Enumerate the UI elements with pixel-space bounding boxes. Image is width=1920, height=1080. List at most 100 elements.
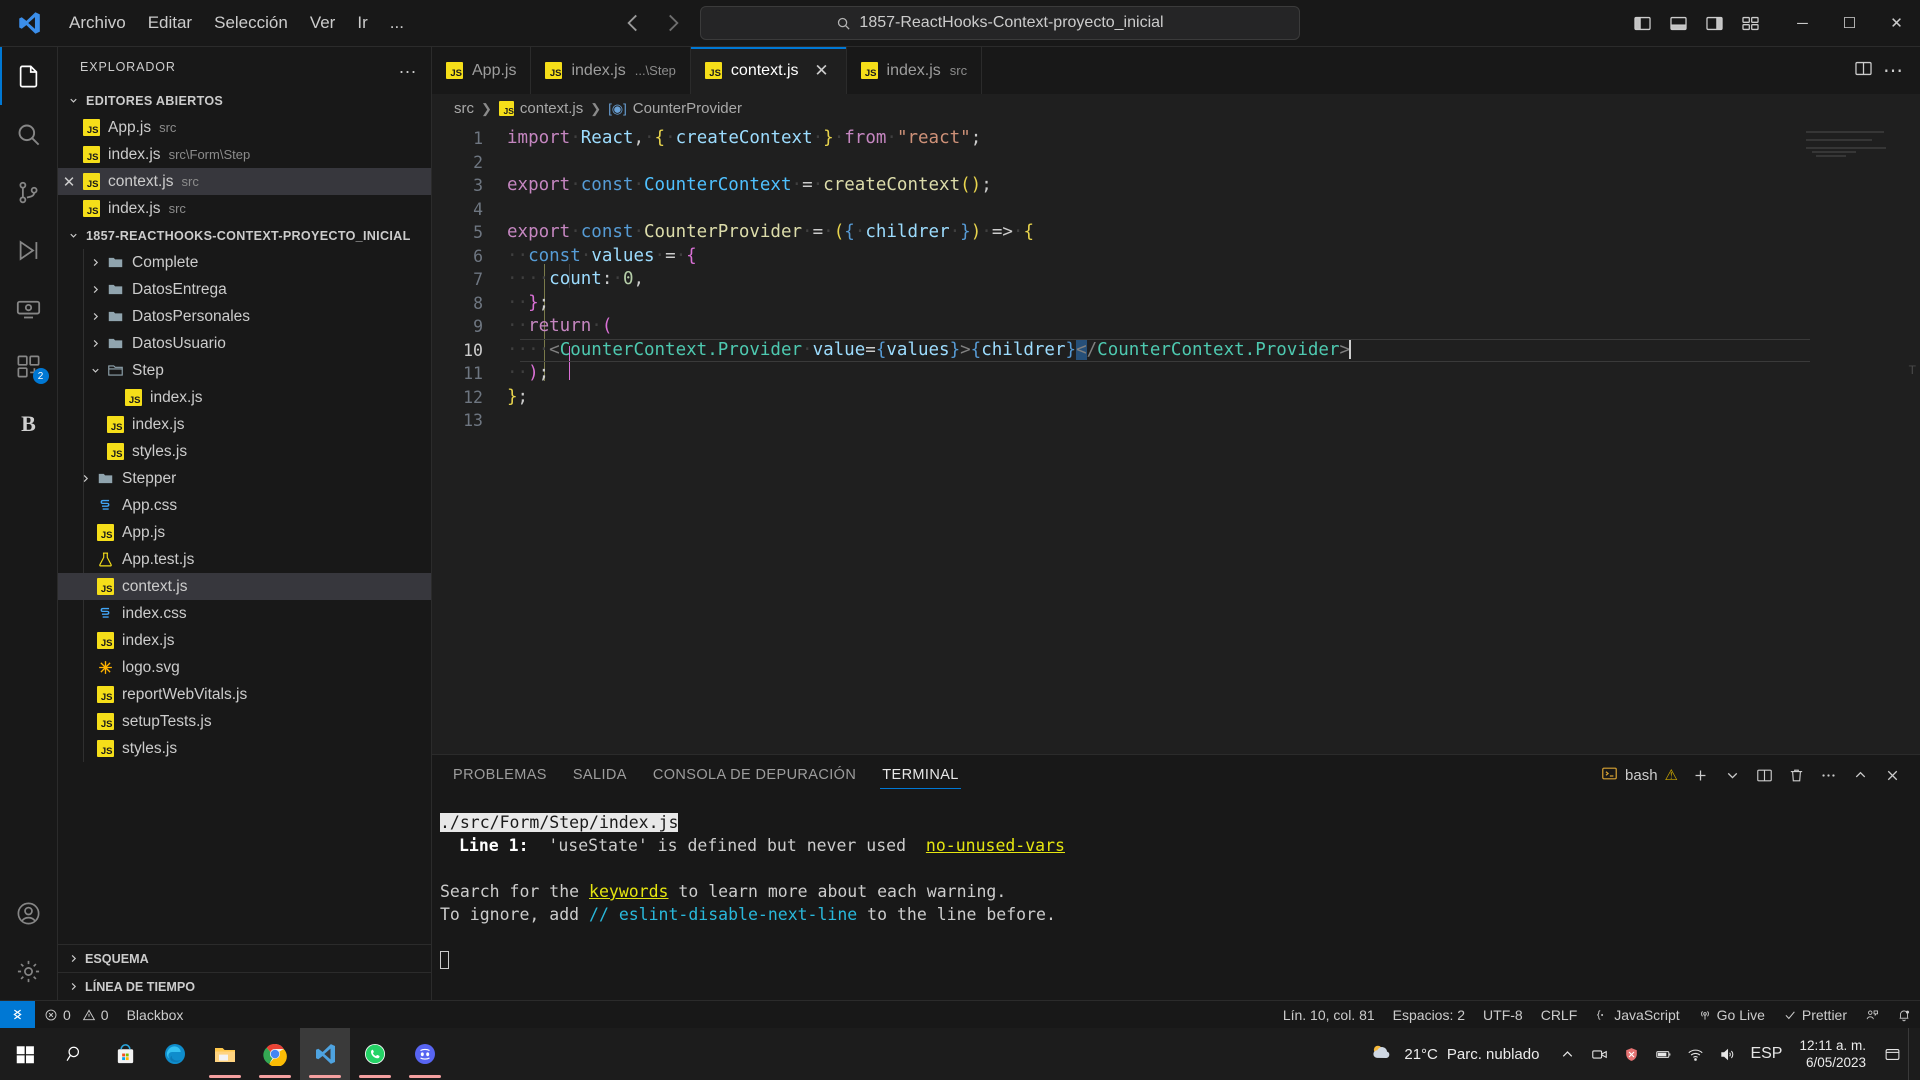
toggle-primary-sidebar-icon[interactable]	[1627, 8, 1657, 38]
status-notifications[interactable]	[1888, 1001, 1920, 1029]
tray-battery-icon[interactable]	[1647, 1028, 1679, 1080]
more-actions-icon[interactable]	[1815, 761, 1842, 789]
activity-item-blackbox[interactable]: B	[0, 395, 58, 453]
sidebar-more-actions-icon[interactable]: ...	[399, 57, 417, 78]
close-icon[interactable]: ✕	[812, 61, 832, 81]
open-editor-context-js[interactable]: ✕ JS context.js src	[58, 168, 431, 195]
activity-item-settings[interactable]	[0, 942, 58, 1000]
tree-item-datospersonales[interactable]: DatosPersonales	[58, 303, 431, 330]
tree-item-index-js-root[interactable]: JS index.js	[58, 627, 431, 654]
tree-item-app-js[interactable]: JS App.js	[58, 519, 431, 546]
tray-notifications-icon[interactable]	[1876, 1028, 1908, 1080]
new-terminal-icon[interactable]	[1687, 761, 1714, 789]
tab-context-js[interactable]: JS context.js ✕	[690, 47, 847, 94]
customize-layout-icon[interactable]	[1735, 8, 1765, 38]
terminal-shell-selector[interactable]: bash ⚠	[1601, 765, 1682, 786]
chevron-down-icon[interactable]	[1719, 761, 1746, 789]
tree-item-app-css[interactable]: App.css	[58, 492, 431, 519]
tree-item-styles-js-root[interactable]: JS styles.js	[58, 735, 431, 762]
status-blackbox[interactable]: Blackbox	[118, 1001, 193, 1029]
status-indentation[interactable]: Espacios: 2	[1384, 1001, 1474, 1029]
tree-item-datosentrega[interactable]: DatosEntrega	[58, 276, 431, 303]
tree-item-index-js[interactable]: JS index.js	[58, 411, 431, 438]
close-icon[interactable]: ✕	[58, 173, 80, 191]
terminal-keywords-link[interactable]: keywords	[589, 882, 668, 901]
section-outline[interactable]: ESQUEMA	[58, 944, 431, 972]
tab-index-js-src[interactable]: JS index.js src	[846, 47, 983, 94]
arrow-right-icon[interactable]	[660, 10, 686, 36]
taskbar-whatsapp-button[interactable]	[350, 1028, 400, 1080]
tree-item-datosusuario[interactable]: DatosUsuario	[58, 330, 431, 357]
more-actions-icon[interactable]: ⋯	[1883, 58, 1904, 83]
taskbar-vscode-button[interactable]	[300, 1028, 350, 1080]
window-minimize-button[interactable]: ─	[1779, 0, 1826, 47]
terminal-rule-link[interactable]: no-unused-vars	[926, 836, 1065, 855]
tree-item-reportwebvitals-js[interactable]: JS reportWebVitals.js	[58, 681, 431, 708]
status-feedback[interactable]	[1856, 1001, 1888, 1029]
section-timeline[interactable]: LÍNEA DE TIEMPO	[58, 972, 431, 1000]
activity-item-remote-explorer[interactable]	[0, 279, 58, 337]
status-encoding[interactable]: UTF-8	[1474, 1001, 1532, 1029]
tree-item-stepper[interactable]: Stepper	[58, 465, 431, 492]
tree-item-logo-svg[interactable]: logo.svg	[58, 654, 431, 681]
taskbar-start-button[interactable]	[0, 1028, 50, 1080]
taskbar-clock[interactable]: 12:11 a. m. 6/05/2023	[1789, 1028, 1876, 1080]
activity-item-extensions[interactable]: 2	[0, 337, 58, 395]
activity-item-run-and-debug[interactable]	[0, 221, 58, 279]
breadcrumb-src[interactable]: src	[454, 100, 474, 117]
taskbar-microsoft-edge-button[interactable]	[150, 1028, 200, 1080]
activity-item-accounts[interactable]	[0, 884, 58, 942]
close-panel-icon[interactable]	[1879, 761, 1906, 789]
tree-item-index-css[interactable]: index.css	[58, 600, 431, 627]
command-center-search[interactable]: 1857-ReactHooks-Context-proyecto_inicial	[700, 6, 1300, 40]
tree-item-step[interactable]: Step	[58, 357, 431, 384]
chevron-right-icon[interactable]	[86, 311, 104, 322]
terminal-output[interactable]: ./src/Form/Step/index.js Line 1: 'useSta…	[432, 795, 1920, 1000]
section-project-root[interactable]: 1857-REACTHOOKS-CONTEXT-PROYECTO_INICIAL	[58, 222, 431, 249]
tree-item-context-js[interactable]: JS context.js	[58, 573, 431, 600]
split-terminal-icon[interactable]	[1751, 761, 1778, 789]
menu-more[interactable]: ...	[379, 8, 415, 38]
panel-tab-consola-depuracion[interactable]: CONSOLA DE DEPURACIÓN	[640, 755, 869, 795]
status-eol[interactable]: CRLF	[1532, 1001, 1587, 1029]
chevron-down-icon[interactable]	[86, 365, 104, 376]
split-editor-icon[interactable]	[1854, 59, 1873, 83]
panel-tab-problemas[interactable]: PROBLEMAS	[440, 755, 560, 795]
chevron-right-icon[interactable]	[86, 338, 104, 349]
status-prettier[interactable]: Prettier	[1774, 1001, 1856, 1029]
chevron-right-icon[interactable]	[76, 473, 94, 484]
panel-tab-terminal[interactable]: TERMINAL	[869, 755, 972, 795]
menu-editar[interactable]: Editar	[137, 8, 203, 38]
breadcrumb-symbol[interactable]: CounterProvider	[633, 100, 742, 117]
tree-item-styles-js[interactable]: JS styles.js	[58, 438, 431, 465]
tree-item-setuptests-js[interactable]: JS setupTests.js	[58, 708, 431, 735]
chevron-right-icon[interactable]	[86, 257, 104, 268]
tree-item-app-test-js[interactable]: App.test.js	[58, 546, 431, 573]
tree-item-step-index-js[interactable]: JS index.js	[58, 384, 431, 411]
open-editor-index-js-step[interactable]: JS index.js src\Form\Step	[58, 141, 431, 168]
activity-item-explorer[interactable]	[0, 47, 58, 105]
maximize-panel-icon[interactable]	[1847, 761, 1874, 789]
tray-network-icon[interactable]	[1679, 1028, 1711, 1080]
status-cursor-position[interactable]: Lín. 10, col. 81	[1274, 1001, 1384, 1029]
tray-antivirus-icon[interactable]	[1615, 1028, 1647, 1080]
status-language-mode[interactable]: JavaScript	[1586, 1001, 1688, 1029]
taskbar-google-chrome-button[interactable]	[250, 1028, 300, 1080]
status-problems[interactable]: 0 0	[35, 1001, 118, 1029]
code-content[interactable]: 1 import·React,·{·createContext·}·from·"…	[432, 123, 1920, 433]
tree-item-complete[interactable]: Complete	[58, 249, 431, 276]
open-editor-index-js-src[interactable]: JS index.js src	[58, 195, 431, 222]
activity-item-search[interactable]	[0, 105, 58, 163]
taskbar-weather-widget[interactable]: 21°C Parc. nublado	[1356, 1028, 1551, 1080]
panel-tab-salida[interactable]: SALIDA	[560, 755, 640, 795]
menu-ir[interactable]: Ir	[346, 8, 378, 38]
tab-index-js-step[interactable]: JS index.js ...\Step	[531, 47, 691, 94]
taskbar-discord-button[interactable]	[400, 1028, 450, 1080]
toggle-panel-icon[interactable]	[1663, 8, 1693, 38]
kill-terminal-icon[interactable]	[1783, 761, 1810, 789]
arrow-left-icon[interactable]	[620, 10, 646, 36]
chevron-right-icon[interactable]	[86, 284, 104, 295]
taskbar-file-explorer-button[interactable]	[200, 1028, 250, 1080]
taskbar-microsoft-store-button[interactable]	[100, 1028, 150, 1080]
tab-app-js[interactable]: JS App.js	[432, 47, 532, 94]
